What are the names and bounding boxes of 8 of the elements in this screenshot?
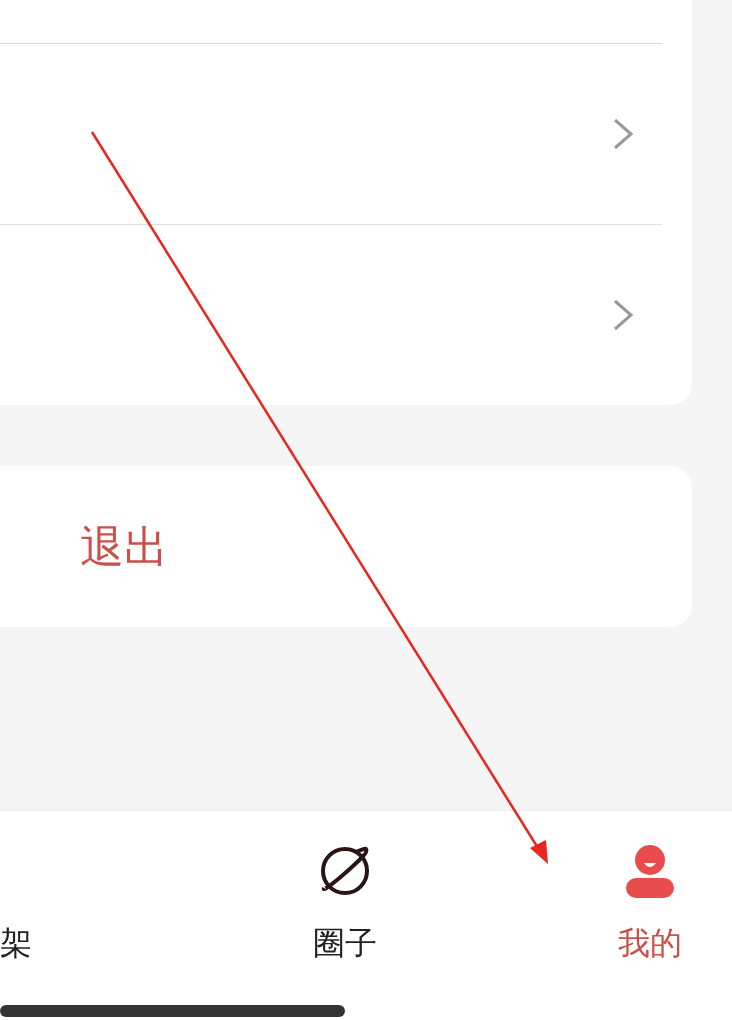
chevron-right-icon[interactable] <box>612 298 634 332</box>
tab[interactable]: 我的 <box>618 923 682 963</box>
planet-icon <box>318 844 372 898</box>
person-icon <box>625 844 675 898</box>
chevron-right-icon[interactable] <box>612 117 634 151</box>
tab[interactable]: 架 <box>0 923 32 963</box>
tab[interactable]: 圈子 <box>313 923 377 963</box>
logout-button[interactable]: 退出 <box>80 524 168 569</box>
